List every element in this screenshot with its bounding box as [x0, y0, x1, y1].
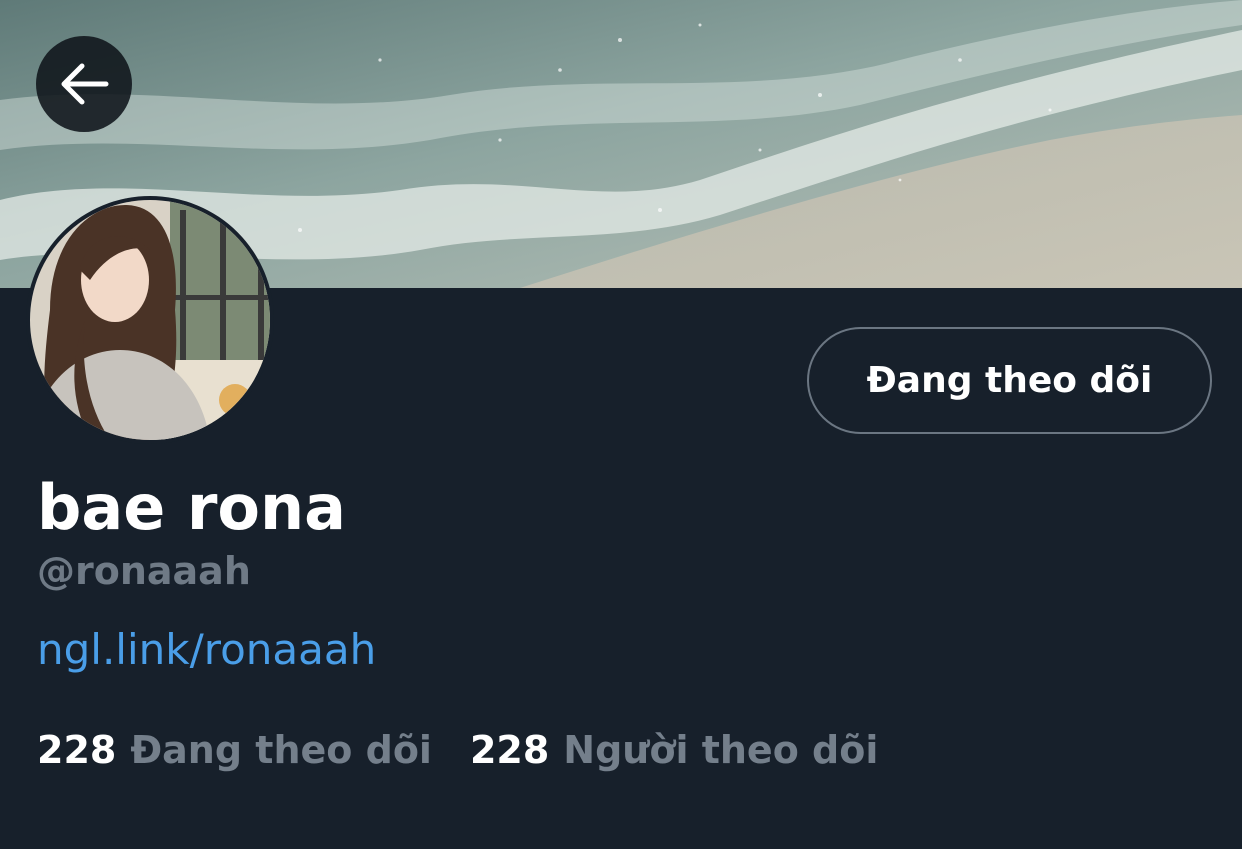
followers-stat[interactable]: 228 Người theo dõi [470, 726, 878, 774]
followers-count: 228 [469, 728, 550, 772]
following-stat[interactable]: 228 Đang theo dõi [37, 726, 432, 774]
following-button[interactable]: Đang theo dõi [807, 327, 1212, 434]
arrow-left-icon [61, 63, 109, 105]
display-name: bae rona [37, 471, 347, 544]
following-label: Đang theo dõi [130, 728, 432, 772]
follow-stats: 228 Đang theo dõi 228 Người theo dõi [37, 726, 878, 774]
followers-label: Người theo dõi [563, 728, 879, 772]
profile-avatar[interactable] [26, 196, 274, 444]
following-count: 228 [37, 728, 117, 772]
profile-link[interactable]: ngl.link/ronaaah [37, 624, 376, 676]
username-handle: @ronaaah [37, 549, 251, 593]
back-button[interactable] [36, 36, 132, 132]
avatar-image [30, 200, 270, 440]
